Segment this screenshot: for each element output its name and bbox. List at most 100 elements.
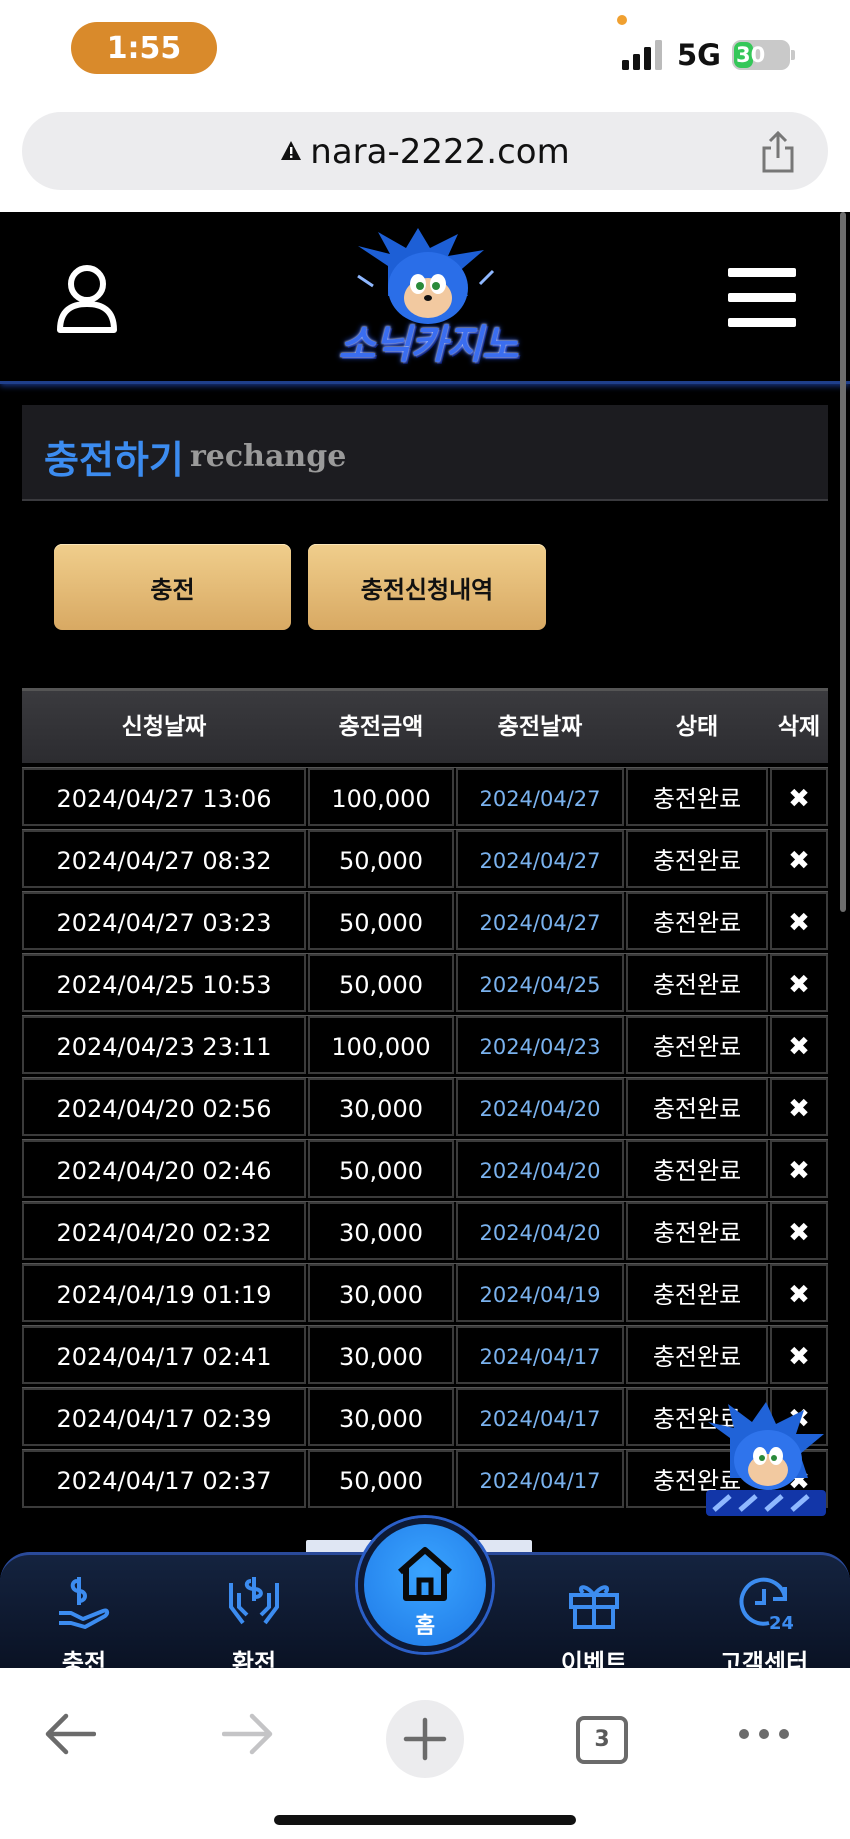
back-arrow-icon[interactable]	[44, 1712, 96, 1756]
table-row: 2024/04/27 13:06 100,000 2024/04/27 충전완료 ✖	[22, 767, 828, 826]
cell-amount: 50,000	[308, 892, 454, 950]
table-row: 2024/04/27 03:23 50,000 2024/04/27 충전완료 ✖	[22, 891, 828, 950]
address-bar[interactable]: nara-2222.com	[22, 112, 828, 190]
cell-amount: 50,000	[308, 1140, 454, 1198]
charge-history-table: 신청날짜 충전금액 충전날짜 상태 삭제 2024/04/27 13:06 100…	[22, 688, 828, 1508]
website-viewport: 소닉카지노 충전하기 rechange 충전 충전신청내역 신청날짜 충전금액 …	[0, 212, 850, 1668]
header-charge-date: 충전날짜	[497, 714, 583, 740]
table-header: 신청날짜 충전금액 충전날짜 상태 삭제	[22, 688, 828, 763]
tab-exchange-label: 환전	[231, 1649, 277, 1668]
cell-request-date: 2024/04/20 02:32	[22, 1202, 306, 1260]
cell-amount: 30,000	[308, 1388, 454, 1446]
network-type: 5G	[677, 38, 721, 72]
cell-amount: 50,000	[308, 1450, 454, 1508]
table-row: 2024/04/17 02:41 30,000 2024/04/17 충전완료 ✖	[22, 1325, 828, 1384]
cell-charge-date: 2024/04/17	[456, 1450, 624, 1508]
battery-level: 30	[736, 43, 766, 67]
cell-amount: 30,000	[308, 1264, 454, 1322]
delete-icon[interactable]: ✖	[770, 768, 828, 826]
tab-exchange[interactable]: 환전	[184, 1573, 324, 1668]
page-title: 충전하기	[44, 438, 184, 482]
tab-support[interactable]: 24 고객센터	[694, 1573, 834, 1668]
tab-event-label: 이벤트	[560, 1649, 628, 1668]
cell-status: 충전완료	[626, 1326, 768, 1384]
floating-mascot-icon[interactable]	[700, 1398, 830, 1518]
delete-icon[interactable]: ✖	[770, 1140, 828, 1198]
tab-charge-label: 충전	[61, 1649, 107, 1668]
delete-icon[interactable]: ✖	[770, 1202, 828, 1260]
cell-charge-date: 2024/04/25	[456, 954, 624, 1012]
table-row: 2024/04/20 02:46 50,000 2024/04/20 충전완료 ✖	[22, 1139, 828, 1198]
cell-charge-date: 2024/04/17	[456, 1326, 624, 1384]
cell-status: 충전완료	[626, 892, 768, 950]
table-row: 2024/04/25 10:53 50,000 2024/04/25 충전완료 ✖	[22, 953, 828, 1012]
exchange-hands-icon	[229, 1577, 279, 1625]
cell-status: 충전완료	[626, 830, 768, 888]
tab-home-label: 홈	[414, 1614, 436, 1639]
cell-charge-date: 2024/04/20	[456, 1140, 624, 1198]
cell-status: 충전완료	[626, 1264, 768, 1322]
delete-icon[interactable]: ✖	[770, 1078, 828, 1136]
hamburger-menu-icon[interactable]	[728, 268, 796, 328]
cell-amount: 30,000	[308, 1202, 454, 1260]
tabs-overview-button[interactable]: 3	[576, 1716, 628, 1764]
cell-request-date: 2024/04/19 01:19	[22, 1264, 306, 1322]
table-row: 2024/04/19 01:19 30,000 2024/04/19 충전완료 ✖	[22, 1263, 828, 1322]
page-subtitle: rechange	[190, 439, 347, 474]
logo-text: 소닉카지노	[338, 322, 519, 368]
warning-icon	[281, 141, 302, 160]
share-icon[interactable]	[758, 130, 798, 174]
deposit-hand-icon	[59, 1577, 110, 1629]
cell-amount: 100,000	[308, 1016, 454, 1074]
delete-icon[interactable]: ✖	[770, 954, 828, 1012]
cell-request-date: 2024/04/27 03:23	[22, 892, 306, 950]
cell-charge-date: 2024/04/20	[456, 1202, 624, 1260]
cell-charge-date: 2024/04/20	[456, 1078, 624, 1136]
support-24h-icon: 24	[739, 1577, 793, 1631]
charge-button[interactable]: 충전	[54, 544, 291, 630]
delete-icon[interactable]: ✖	[770, 892, 828, 950]
tab-home-button[interactable]: 홈	[358, 1518, 492, 1652]
table-row: 2024/04/23 23:11 100,000 2024/04/23 충전완료 ✖	[22, 1015, 828, 1074]
delete-icon[interactable]: ✖	[770, 1326, 828, 1384]
header-request-date: 신청날짜	[121, 714, 207, 740]
svg-text:24: 24	[769, 1613, 793, 1631]
cell-charge-date: 2024/04/27	[456, 768, 624, 826]
cell-amount: 100,000	[308, 768, 454, 826]
delete-icon[interactable]: ✖	[770, 1016, 828, 1074]
home-icon	[398, 1547, 452, 1601]
more-options-icon[interactable]	[738, 1728, 790, 1740]
status-bar: 1:55 5G 30	[0, 0, 850, 100]
charge-history-button[interactable]: 충전신청내역	[308, 544, 546, 630]
table-row: 2024/04/20 02:32 30,000 2024/04/20 충전완료 ✖	[22, 1201, 828, 1260]
user-icon[interactable]	[56, 264, 118, 334]
delete-icon[interactable]: ✖	[770, 1264, 828, 1322]
cell-amount: 50,000	[308, 954, 454, 1012]
tab-event[interactable]: 이벤트	[524, 1573, 664, 1668]
cell-status: 충전완료	[626, 1016, 768, 1074]
cell-status: 충전완료	[626, 954, 768, 1012]
cellular-signal-icon	[622, 40, 662, 70]
header-delete: 삭제	[777, 714, 821, 740]
delete-icon[interactable]: ✖	[770, 830, 828, 888]
tab-charge[interactable]: 충전	[14, 1573, 154, 1668]
table-row: 2024/04/20 02:56 30,000 2024/04/20 충전완료 ✖	[22, 1077, 828, 1136]
forward-arrow-icon[interactable]	[222, 1712, 274, 1756]
cell-charge-date: 2024/04/27	[456, 892, 624, 950]
url-text: nara-2222.com	[310, 132, 570, 172]
status-time[interactable]: 1:55	[71, 22, 217, 74]
cell-amount: 50,000	[308, 830, 454, 888]
header-amount: 충전금액	[338, 714, 424, 740]
battery-tip	[791, 50, 795, 60]
new-tab-button[interactable]	[386, 1700, 464, 1778]
cell-request-date: 2024/04/17 02:39	[22, 1388, 306, 1446]
site-logo[interactable]: 소닉카지노	[318, 226, 538, 376]
page-scrollbar[interactable]	[840, 212, 846, 912]
cell-request-date: 2024/04/17 02:37	[22, 1450, 306, 1508]
cell-amount: 30,000	[308, 1078, 454, 1136]
cell-amount: 30,000	[308, 1326, 454, 1384]
cell-status: 충전완료	[626, 768, 768, 826]
cell-request-date: 2024/04/17 02:41	[22, 1326, 306, 1384]
table-row: 2024/04/27 08:32 50,000 2024/04/27 충전완료 ✖	[22, 829, 828, 888]
gift-icon	[569, 1585, 619, 1629]
